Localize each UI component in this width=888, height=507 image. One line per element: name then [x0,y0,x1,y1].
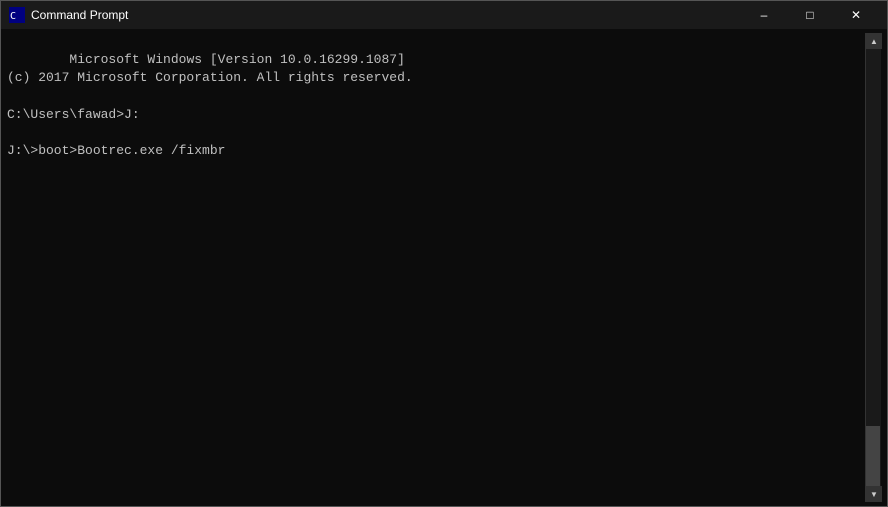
console-content: Microsoft Windows [Version 10.0.16299.10… [7,33,865,502]
window-title: Command Prompt [31,8,741,22]
console-area[interactable]: Microsoft Windows [Version 10.0.16299.10… [1,29,887,506]
maximize-button[interactable]: □ [787,1,833,29]
title-bar: C Command Prompt – □ ✕ [1,1,887,29]
scrollbar-arrow-up[interactable]: ▲ [866,33,882,49]
svg-text:C: C [10,11,16,22]
command-prompt-window: C Command Prompt – □ ✕ Microsoft Windows… [0,0,888,507]
scrollbar[interactable]: ▲ ▼ [865,33,881,502]
scrollbar-arrow-down[interactable]: ▼ [866,486,882,502]
minimize-button[interactable]: – [741,1,787,29]
console-line-6: J:\>boot>Bootrec.exe /fixmbr [7,143,225,158]
scrollbar-thumb[interactable] [866,426,880,486]
app-icon: C [9,7,25,23]
window-controls: – □ ✕ [741,1,879,29]
console-line-2: (c) 2017 Microsoft Corporation. All righ… [7,70,413,85]
console-line-1: Microsoft Windows [Version 10.0.16299.10… [69,52,404,67]
console-line-4: C:\Users\fawad>J: [7,107,140,122]
console-output: Microsoft Windows [Version 10.0.16299.10… [7,33,865,179]
close-button[interactable]: ✕ [833,1,879,29]
